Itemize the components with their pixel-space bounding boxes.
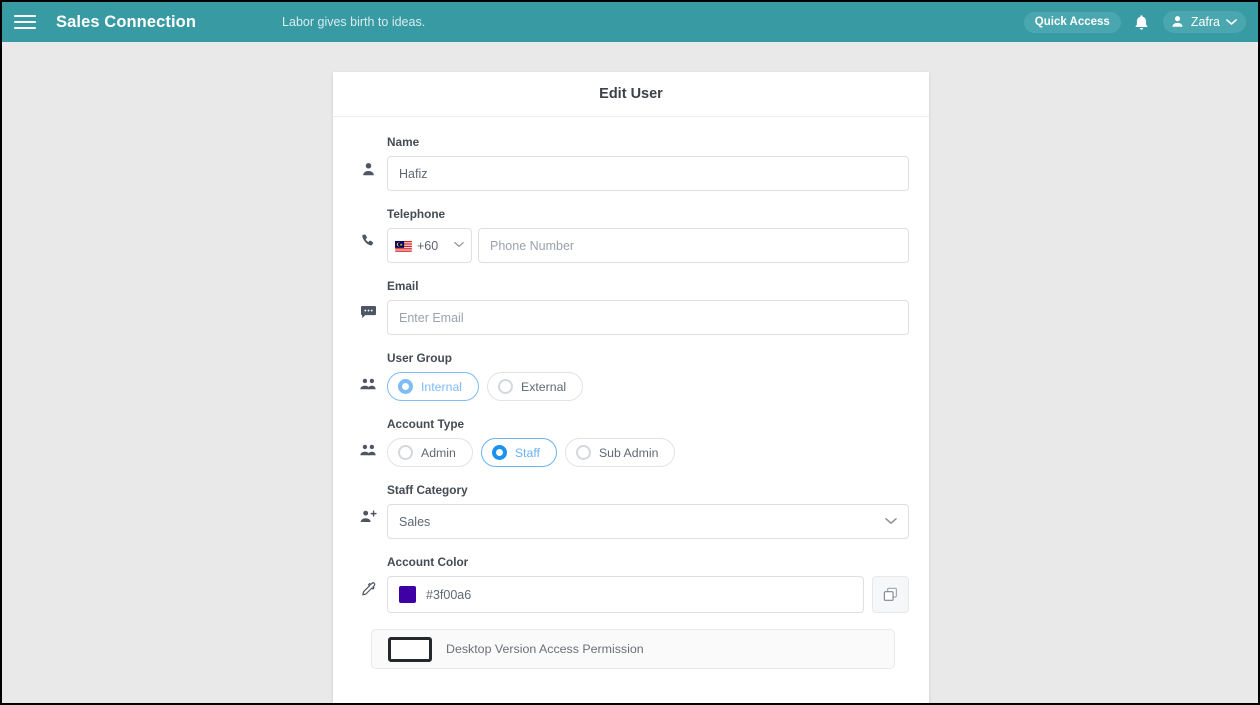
- account-type-option-admin[interactable]: Admin: [387, 438, 473, 467]
- hamburger-line: [14, 15, 36, 17]
- account-color-wrapper: #3f00a6: [387, 576, 909, 613]
- user-name-label: Zafra: [1190, 14, 1220, 29]
- account-type-option-sub-admin[interactable]: Sub Admin: [564, 438, 676, 467]
- user-group-field-group: User Group Internal External: [387, 351, 909, 401]
- desktop-permission-label: Desktop Version Access Permission: [446, 642, 644, 656]
- eyedropper-icon: [349, 555, 387, 598]
- card-body: Name Telephone: [333, 117, 929, 669]
- person-icon: [1172, 16, 1183, 27]
- radio-icon: [398, 379, 413, 394]
- country-code-select[interactable]: +60: [387, 228, 472, 263]
- brand-title: Sales Connection: [56, 12, 197, 31]
- telephone-input-wrapper: +60: [387, 228, 909, 263]
- account-color-input[interactable]: #3f00a6: [387, 576, 864, 613]
- option-label: Staff: [514, 445, 540, 460]
- people-icon: [349, 351, 387, 392]
- card-header: Edit User: [333, 72, 929, 117]
- user-group-radio-group: Internal External: [387, 372, 909, 401]
- account-type-radio-group: Admin Staff Sub Admin: [387, 438, 909, 467]
- account-type-label: Account Type: [387, 417, 465, 431]
- radio-icon: [398, 445, 413, 460]
- color-hex-value: #3f00a6: [426, 587, 472, 602]
- radio-icon: [498, 379, 514, 394]
- name-label: Name: [387, 135, 420, 149]
- app-window: Sales Connection Labor gives birth to id…: [0, 0, 1260, 705]
- people-icon: [349, 417, 387, 458]
- edit-user-card: Edit User Name Hafiz Telephone +60 Phone…: [333, 72, 929, 703]
- field-row-telephone: Telephone +60 Phone Number: [349, 207, 909, 263]
- chat-bubble-icon: [349, 279, 387, 320]
- phone-icon: [349, 207, 387, 249]
- hamburger-line: [14, 21, 36, 23]
- person-icon: [349, 135, 387, 178]
- color-swatch[interactable]: [399, 586, 416, 603]
- staff-category-field-group: Staff Category: [387, 483, 909, 539]
- telephone-label: Telephone: [387, 207, 446, 221]
- checkbox-icon[interactable]: [388, 636, 432, 662]
- malaysia-flag-icon: [395, 240, 412, 252]
- field-row-name: Name: [349, 135, 909, 191]
- account-type-option-staff[interactable]: Staff: [480, 438, 557, 467]
- quick-access-button[interactable]: Quick Access: [1023, 11, 1121, 33]
- tagline-text: Labor gives birth to ideas.: [282, 15, 426, 29]
- email-label: Email: [387, 279, 419, 293]
- option-label: Internal: [421, 379, 463, 394]
- person-add-icon: [349, 483, 387, 525]
- staff-category-select-wrapper: [387, 504, 909, 539]
- hamburger-line: [14, 27, 36, 29]
- copy-icon: [883, 587, 897, 601]
- account-color-label: Account Color: [387, 555, 469, 569]
- field-row-email: Email: [349, 279, 909, 335]
- copy-color-button[interactable]: [872, 576, 909, 613]
- option-label: Admin: [421, 445, 456, 460]
- option-label: Sub Admin: [598, 445, 659, 460]
- telephone-field-group: Telephone +60 Phone Number: [387, 207, 909, 263]
- email-field-group: Email: [387, 279, 909, 335]
- user-group-option-external[interactable]: External: [487, 372, 584, 401]
- user-group-option-internal[interactable]: Internal: [387, 372, 480, 401]
- country-code-label: +60: [417, 238, 439, 253]
- field-row-account-color: Account Color #3f00a6: [349, 555, 909, 613]
- option-label: External: [521, 379, 567, 394]
- user-group-label: User Group: [387, 351, 452, 365]
- chevron-down-icon: [1226, 18, 1237, 25]
- name-field-group: Name: [387, 135, 909, 191]
- email-input[interactable]: [387, 300, 909, 335]
- account-type-field-group: Account Type Admin Staff Sub Admin: [387, 417, 909, 467]
- bell-icon[interactable]: [1131, 10, 1153, 34]
- desktop-permission-panel: Desktop Version Access Permission: [371, 629, 895, 669]
- field-row-staff-category: Staff Category: [349, 483, 909, 539]
- phone-number-input[interactable]: [478, 228, 909, 263]
- field-row-account-type: Account Type Admin Staff Sub Admin: [349, 417, 909, 467]
- radio-icon: [491, 445, 507, 460]
- field-row-user-group: User Group Internal External: [349, 351, 909, 401]
- chevron-down-icon: [454, 241, 464, 251]
- staff-category-label: Staff Category: [387, 483, 468, 497]
- radio-icon: [575, 445, 591, 460]
- hamburger-icon[interactable]: [12, 11, 38, 33]
- name-input[interactable]: [387, 156, 909, 191]
- page-title: Edit User: [599, 86, 663, 102]
- account-color-field-group: Account Color #3f00a6: [387, 555, 909, 613]
- top-navigation-bar: Sales Connection Labor gives birth to id…: [2, 2, 1258, 42]
- user-menu-button[interactable]: Zafra: [1162, 11, 1246, 33]
- staff-category-select[interactable]: [387, 504, 909, 539]
- top-bar-actions: Quick Access Zafra: [1023, 10, 1246, 34]
